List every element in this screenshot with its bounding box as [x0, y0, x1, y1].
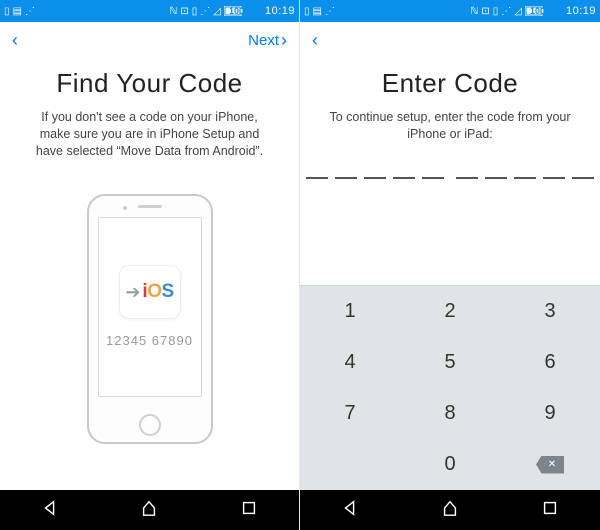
phone-status-icon: ▯	[4, 6, 10, 17]
page-description: If you don't see a code on your iPhone, …	[28, 109, 271, 160]
clock: 10:19	[265, 5, 295, 17]
key-5[interactable]: 5	[400, 337, 500, 388]
key-blank	[300, 439, 400, 490]
clock: 10:19	[566, 5, 596, 17]
page-title: Enter Code	[318, 68, 582, 99]
screen-enter-code: ▯ ▤ ⋰ ℕ ⊡ ▯ ⋰ ◿ 100 10:19 ‹	[300, 0, 600, 530]
android-nav-bar	[0, 490, 299, 530]
key-2[interactable]: 2	[400, 286, 500, 337]
nav-recent-icon[interactable]	[541, 499, 559, 522]
image-status-icon: ▤	[13, 6, 22, 17]
key-6[interactable]: 6	[500, 337, 600, 388]
back-button[interactable]: ‹	[12, 31, 18, 49]
code-slot	[422, 177, 444, 179]
phone-illustration: ➔ iOS 12345 67890	[0, 194, 299, 490]
vibrate-icon: ⊡	[180, 6, 188, 17]
vibrate-icon: ⊡	[481, 6, 489, 17]
phone-status-icon: ▯	[304, 6, 310, 17]
key-7[interactable]: 7	[300, 388, 400, 439]
page-description: To continue setup, enter the code from y…	[328, 109, 572, 143]
code-slot	[514, 177, 536, 179]
wifi-icon: ⋰	[501, 6, 511, 17]
code-slot	[456, 177, 478, 179]
code-slot	[364, 177, 386, 179]
signal-icon: ◿	[213, 6, 221, 17]
screen-find-code: ▯ ▤ ⋰ ℕ ⊡ ▯ ⋰ ◿ 100 10:19 ‹ Ne	[0, 0, 300, 530]
key-1[interactable]: 1	[300, 286, 400, 337]
next-button[interactable]: Next ›	[248, 31, 287, 49]
wifi-icon: ⋰	[200, 6, 210, 17]
sim-icon: ▯	[493, 6, 499, 17]
move-to-ios-icon: ➔ iOS	[119, 265, 181, 319]
sample-code: 12345 67890	[106, 333, 193, 348]
signal-icon: ◿	[514, 6, 522, 17]
code-input[interactable]	[300, 177, 600, 179]
page-title: Find Your Code	[18, 68, 281, 99]
key-0[interactable]: 0	[400, 439, 500, 490]
nav-row: ‹	[300, 22, 600, 58]
nav-home-icon[interactable]	[140, 499, 158, 522]
wifi-status-icon: ⋰	[25, 6, 35, 17]
nfc-icon: ℕ	[470, 6, 478, 17]
image-status-icon: ▤	[313, 6, 322, 17]
key-4[interactable]: 4	[300, 337, 400, 388]
nav-row: ‹ Next ›	[0, 22, 299, 58]
code-slot	[306, 177, 328, 179]
ios-label: iOS	[142, 281, 173, 303]
phone-home-button-icon	[139, 414, 161, 436]
code-slot	[335, 177, 357, 179]
backspace-icon	[536, 456, 564, 474]
key-backspace[interactable]	[500, 439, 600, 490]
arrow-right-icon: ➔	[125, 282, 140, 303]
battery-percent: 100	[530, 6, 545, 16]
code-slot	[572, 177, 594, 179]
sim-icon: ▯	[192, 6, 198, 17]
battery-percent: 100	[229, 6, 244, 16]
nfc-icon: ℕ	[169, 6, 177, 17]
key-9[interactable]: 9	[500, 388, 600, 439]
next-label: Next	[248, 32, 279, 49]
nav-back-icon[interactable]	[41, 499, 59, 522]
nav-recent-icon[interactable]	[240, 499, 258, 522]
code-slot	[485, 177, 507, 179]
wifi-status-icon: ⋰	[325, 6, 335, 17]
nav-home-icon[interactable]	[441, 499, 459, 522]
chevron-right-icon: ›	[281, 31, 287, 49]
nav-back-icon[interactable]	[341, 499, 359, 522]
numeric-keypad: 1 2 3 4 5 6 7 8 9 0	[300, 285, 600, 490]
status-bar: ▯ ▤ ⋰ ℕ ⊡ ▯ ⋰ ◿ 100 10:19	[300, 0, 600, 22]
status-bar: ▯ ▤ ⋰ ℕ ⊡ ▯ ⋰ ◿ 100 10:19	[0, 0, 299, 22]
key-3[interactable]: 3	[500, 286, 600, 337]
back-button[interactable]: ‹	[312, 31, 318, 49]
key-8[interactable]: 8	[400, 388, 500, 439]
chevron-left-icon: ‹	[12, 31, 18, 49]
chevron-left-icon: ‹	[312, 31, 318, 49]
code-slot	[543, 177, 565, 179]
code-slot	[393, 177, 415, 179]
android-nav-bar	[300, 490, 600, 530]
